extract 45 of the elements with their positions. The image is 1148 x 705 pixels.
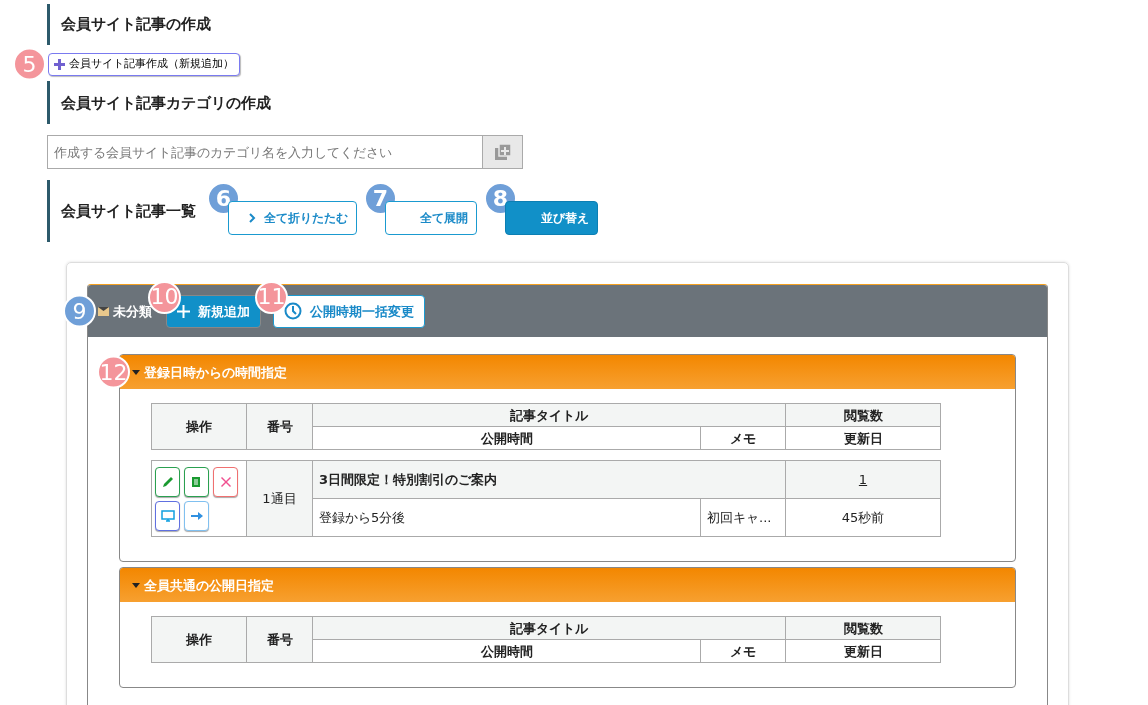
add-category-button[interactable] — [483, 135, 523, 170]
column-header: 記事タイトル — [312, 403, 786, 427]
group-title: 全員共通の公開日指定 — [144, 576, 274, 595]
envelope-icon — [98, 306, 109, 316]
column-header: 公開時間 — [312, 639, 701, 663]
caret-down-icon — [132, 582, 140, 588]
group-title: 登録日時からの時間指定 — [144, 363, 287, 382]
column-header: 更新日 — [785, 426, 941, 450]
add-article-button[interactable]: 会員サイト記事作成（新規追加） — [48, 53, 240, 76]
plus-icon — [53, 57, 66, 71]
column-header: 番号 — [246, 403, 313, 450]
step-number-badge: 9 — [63, 294, 96, 328]
article-number: 1通目 — [246, 460, 313, 537]
column-header: 更新日 — [785, 639, 941, 663]
column-header: 操作 — [151, 616, 247, 663]
preview-button[interactable] — [155, 500, 180, 531]
memo-text: 初回キャ... — [700, 498, 786, 537]
edit-button[interactable] — [155, 466, 180, 497]
delete-button[interactable] — [213, 466, 238, 497]
view-count-link[interactable]: 1 — [858, 472, 868, 487]
clock-icon — [284, 302, 302, 321]
add-icon — [492, 142, 513, 163]
monitor-icon — [159, 507, 176, 524]
step-number-badge: 11 — [255, 280, 288, 314]
send-button[interactable] — [184, 500, 209, 531]
section-heading: 会員サイト記事の作成 — [47, 4, 1148, 45]
column-header: 記事タイトル — [312, 616, 786, 640]
column-header: 公開時間 — [312, 426, 701, 450]
chevron-right-icon — [248, 213, 256, 224]
step-number-badge: 5 — [13, 47, 46, 81]
article-title: 3日間限定！特別割引のご案内 — [312, 460, 786, 499]
section-heading: 会員サイト記事一覧 — [61, 201, 196, 222]
caret-down-icon — [132, 369, 140, 375]
column-header: 閲覧数 — [785, 616, 941, 640]
plus-icon — [177, 304, 190, 318]
column-header: 操作 — [151, 403, 247, 450]
column-header: 番号 — [246, 616, 313, 663]
section-heading: 会員サイト記事カテゴリの作成 — [47, 81, 1148, 125]
copy-button[interactable] — [184, 466, 209, 497]
publish-timing: 登録から5分後 — [312, 498, 701, 537]
column-header: 閲覧数 — [785, 403, 941, 427]
step-number-badge: 12 — [97, 355, 130, 389]
updated-time: 45秒前 — [785, 498, 941, 537]
category-name-field[interactable]: 作成する会員サイト記事のカテゴリ名を入力してください — [47, 135, 483, 170]
expand-all-button[interactable]: 全て展開 — [385, 201, 477, 236]
